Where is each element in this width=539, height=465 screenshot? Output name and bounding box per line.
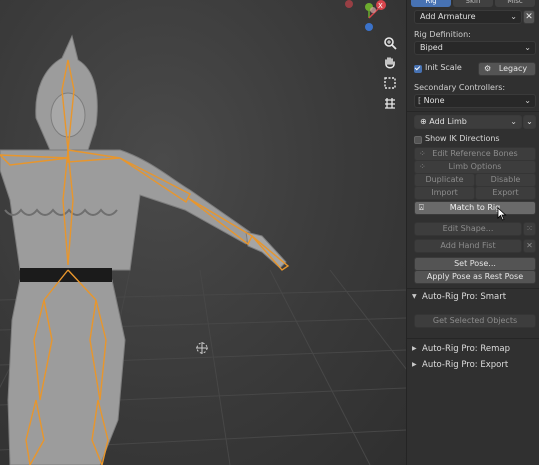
expand-triangle-icon: ▼ xyxy=(412,293,417,300)
section-remap-header[interactable]: ▶ Auto-Rig Pro: Remap xyxy=(407,342,539,358)
add-armature-row: Add Armature ⌄ ✕ xyxy=(411,10,536,24)
edit-reference-bones-label: Edit Reference Bones xyxy=(432,149,518,158)
limb-options-row: ⁘ Limb Options xyxy=(411,160,536,174)
import-button[interactable]: Import xyxy=(414,186,475,200)
secondary-controllers-value: None xyxy=(423,96,445,105)
edit-reference-bones-button[interactable]: ⁘ Edit Reference Bones xyxy=(414,147,536,161)
sidebar-panel: Rig Skin Misc Add Armature ⌄ ✕ Rig Defin… xyxy=(406,0,539,465)
show-ik-label: Show IK Directions xyxy=(425,134,500,143)
rig-definition-label: Rig Definition: xyxy=(414,30,471,39)
add-limb-row: ⊕ Add Limb ⌄ ⌄ xyxy=(411,115,536,129)
zoom-icon[interactable] xyxy=(380,33,400,53)
divider xyxy=(407,338,539,339)
chevron-down-button[interactable]: ⌄ xyxy=(523,115,536,129)
grid-ortho-icon[interactable] xyxy=(380,93,400,113)
bone-icon: ⁘ xyxy=(419,149,426,158)
duplicate-button[interactable]: Duplicate xyxy=(414,173,475,187)
section-smart-title: Auto-Rig Pro: Smart xyxy=(422,292,507,302)
set-pose-button[interactable]: Set Pose... xyxy=(414,257,536,271)
get-selected-objects-button[interactable]: Get Selected Objects xyxy=(414,314,536,328)
apply-pose-row: Apply Pose as Rest Pose xyxy=(411,270,536,284)
add-hand-fist-button[interactable]: Add Hand Fist xyxy=(414,239,522,253)
remove-icon[interactable]: ✕ xyxy=(523,239,536,253)
hand-fist-row: Add Hand Fist ✕ xyxy=(411,239,536,253)
section-export-header[interactable]: ▶ Auto-Rig Pro: Export xyxy=(407,358,539,374)
tab-rig[interactable]: Rig xyxy=(411,0,451,7)
add-icon: ⊕ xyxy=(420,117,427,126)
section-smart-header[interactable]: ▼ Auto-Rig Pro: Smart xyxy=(407,290,539,306)
secondary-controllers-label: Secondary Controllers: xyxy=(414,83,506,92)
export-button[interactable]: Export xyxy=(475,186,536,200)
show-ik-row: Show IK Directions xyxy=(411,133,536,147)
tab-misc[interactable]: Misc xyxy=(495,0,535,7)
edit-reference-row: ⁘ Edit Reference Bones xyxy=(411,147,536,161)
init-scale-checkbox[interactable] xyxy=(414,65,422,73)
set-pose-row: Set Pose... xyxy=(411,257,536,271)
legacy-label: Legacy xyxy=(498,64,528,73)
collapse-triangle-icon: ▶ xyxy=(412,361,417,368)
secondary-controllers-dropdown[interactable]: ⁅ None ⌄ xyxy=(414,94,536,108)
section-export-title: Auto-Rig Pro: Export xyxy=(422,360,509,370)
3d-cursor xyxy=(196,342,208,354)
init-scale-row: Init Scale ⚙ Legacy xyxy=(411,62,536,76)
collapse-triangle-icon: ▶ xyxy=(412,345,417,352)
apply-pose-as-rest-button[interactable]: Apply Pose as Rest Pose xyxy=(414,270,536,284)
disable-button[interactable]: Disable xyxy=(475,173,536,187)
chevron-down-icon: ⌄ xyxy=(524,96,531,105)
panel-tabs: Rig Skin Misc xyxy=(411,0,535,7)
section-remap-title: Auto-Rig Pro: Remap xyxy=(422,344,511,354)
match-to-rig-label: Match to Rig xyxy=(449,203,501,212)
pose-icon: ⍓ xyxy=(419,203,424,212)
bone-icon: ⚙ xyxy=(484,64,492,73)
divider xyxy=(407,288,539,289)
add-limb-label: Add Limb xyxy=(429,117,467,126)
bracket-icon: ⁅ xyxy=(418,96,422,105)
add-limb-dropdown[interactable]: ⊕ Add Limb ⌄ xyxy=(414,115,522,129)
duplicate-disable-row: Duplicate Disable xyxy=(411,173,536,187)
import-export-row: Import Export xyxy=(411,186,536,200)
close-icon[interactable]: ✕ xyxy=(523,10,535,24)
legacy-button[interactable]: ⚙ Legacy xyxy=(478,62,536,76)
navigation-gizmo[interactable]: X xyxy=(345,0,405,32)
character-mesh xyxy=(0,34,287,465)
scene-render xyxy=(0,34,406,465)
shape-grid-icon[interactable]: ⁙ xyxy=(523,222,536,236)
add-armature-dropdown[interactable]: Add Armature ⌄ xyxy=(414,10,522,24)
rig-definition-row: Biped ⌄ xyxy=(411,41,536,55)
belt xyxy=(20,268,112,282)
chevron-down-icon: ⌄ xyxy=(510,117,517,126)
camera-icon[interactable] xyxy=(380,73,400,93)
mouse-cursor-icon xyxy=(497,207,507,221)
tab-skin[interactable]: Skin xyxy=(453,0,493,7)
edit-shape-button[interactable]: Edit Shape... xyxy=(414,222,522,236)
add-armature-label: Add Armature xyxy=(420,12,476,21)
show-ik-checkbox[interactable] xyxy=(414,136,422,144)
rig-definition-dropdown[interactable]: Biped ⌄ xyxy=(414,41,536,55)
init-scale-label: Init Scale xyxy=(425,63,462,72)
bone-icon: ⁘ xyxy=(419,162,426,171)
hand-pan-icon[interactable] xyxy=(380,53,400,73)
secondary-controllers-row: ⁅ None ⌄ xyxy=(411,94,536,108)
chevron-down-icon: ⌄ xyxy=(510,12,517,21)
svg-text:X: X xyxy=(378,2,383,10)
rig-definition-value: Biped xyxy=(420,43,443,52)
match-to-rig-button[interactable]: ⍓ Match to Rig xyxy=(414,201,536,215)
get-selected-row: Get Selected Objects xyxy=(411,314,536,328)
divider xyxy=(407,111,539,112)
3d-viewport[interactable]: X xyxy=(0,0,406,465)
limb-options-label: Limb Options xyxy=(448,162,502,171)
limb-options-button[interactable]: ⁘ Limb Options xyxy=(414,160,536,174)
chevron-down-icon: ⌄ xyxy=(524,43,531,52)
edit-shape-row: Edit Shape... ⁙ xyxy=(411,222,536,236)
match-to-rig-row: ⍓ Match to Rig xyxy=(411,201,536,221)
